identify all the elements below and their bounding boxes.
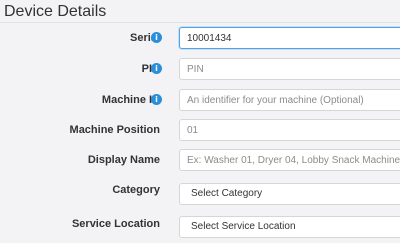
service-location-row: Service Location Select Service Location	[0, 216, 400, 240]
service-location-label: Service Location	[71, 218, 160, 230]
machine-id-input[interactable]	[179, 89, 400, 111]
section-title: Device Details	[4, 3, 107, 20]
display-name-label: Display Name	[87, 154, 160, 166]
info-icon[interactable]: i	[151, 94, 162, 105]
category-row: Category Select Category	[0, 183, 400, 207]
pin-input[interactable]	[179, 58, 400, 80]
machine-id-row: Machine ID i	[0, 89, 400, 113]
title-divider	[0, 22, 400, 23]
machine-position-input[interactable]	[179, 119, 400, 141]
display-name-row: Display Name	[0, 149, 400, 173]
category-select[interactable]: Select Category	[179, 183, 400, 205]
serial-row: Serial i	[0, 27, 400, 51]
machine-position-label: Machine Position	[69, 124, 160, 136]
info-icon[interactable]: i	[151, 32, 162, 43]
pin-row: PIN i	[0, 58, 400, 82]
serial-input[interactable]	[179, 27, 400, 49]
info-icon[interactable]: i	[151, 63, 162, 74]
display-name-input[interactable]	[179, 149, 400, 171]
machine-position-row: Machine Position	[0, 119, 400, 143]
category-label: Category	[112, 184, 160, 196]
service-location-select[interactable]: Select Service Location	[179, 216, 400, 238]
